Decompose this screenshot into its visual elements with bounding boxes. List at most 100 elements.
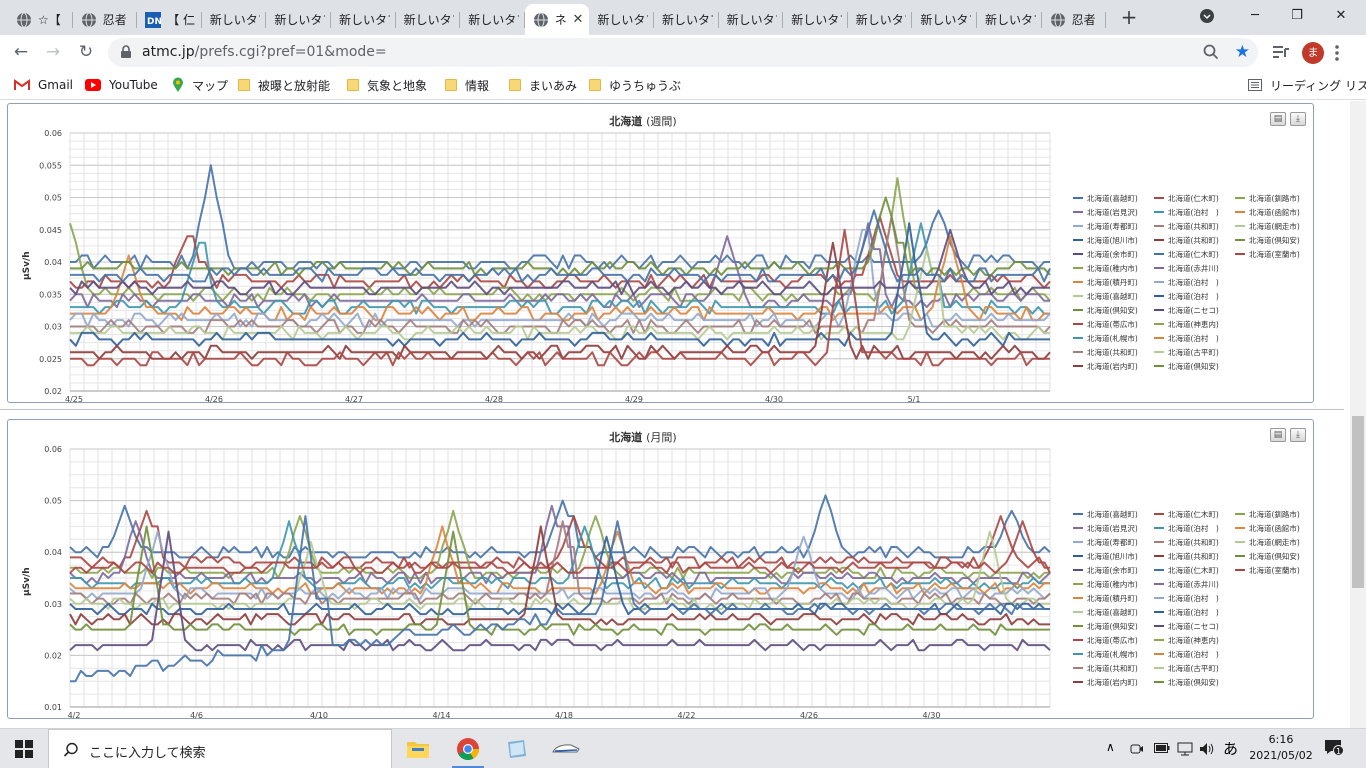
browser-tab[interactable]: 新しいタブ <box>396 4 461 35</box>
bookmark-folder[interactable]: 被曝と放射能 <box>238 76 330 94</box>
scrollbar-thumb[interactable] <box>1352 416 1364 588</box>
browser-tab[interactable]: 忍者 <box>73 4 138 35</box>
back-button[interactable]: ← <box>8 39 34 65</box>
y-tick-label: 0.05 <box>44 497 62 506</box>
start-button[interactable] <box>0 729 48 768</box>
network-icon[interactable] <box>1177 742 1193 756</box>
legend-item: 北海道(喜越町) <box>1087 607 1138 617</box>
legend-item: 北海道(函館市) <box>1249 207 1300 217</box>
browser-tab[interactable]: 新しいタブ <box>331 4 396 35</box>
file-explorer-app[interactable] <box>398 733 438 765</box>
chrome-app[interactable] <box>448 733 488 768</box>
browser-tab[interactable]: 新しいタブ <box>783 4 848 35</box>
legend-item: 北海道(岩見沢) <box>1087 207 1138 217</box>
legend-item: 北海道(泊村 ) <box>1168 523 1219 533</box>
legend-item: 北海道(赤井川) <box>1168 579 1219 589</box>
reload-icon: ↻ <box>78 42 94 62</box>
page-scrollbar[interactable] <box>1350 101 1366 728</box>
gmail-icon <box>14 79 30 90</box>
arrow-right-icon: → <box>45 42 61 62</box>
battery-icon[interactable] <box>1154 742 1170 754</box>
browser-tab[interactable]: 新しいタブ <box>460 4 525 35</box>
y-tick-label: 0.04 <box>44 548 62 557</box>
browser-tab[interactable]: 新しいタブ <box>977 4 1042 35</box>
close-window-button[interactable]: ✕ <box>1326 4 1356 28</box>
x-tick-label: 4/26 <box>800 711 818 720</box>
reading-list-icon <box>1248 79 1262 91</box>
legend-item: 北海道(共和町) <box>1168 221 1219 231</box>
bookmark-label: マップ <box>192 78 229 93</box>
tab-title: 新しいタブ <box>985 13 1036 27</box>
taskbar-clock[interactable]: 6:16 2021/05/02 <box>1248 732 1314 764</box>
x-tick-label: 4/6 <box>190 711 203 720</box>
browser-tab[interactable]: ネ ✕ <box>524 4 590 35</box>
taskbar-search-box[interactable]: ここに入力して検索 <box>48 729 392 768</box>
weekly-chart-panel: 北海道 (週間) ▤ ⤓ μSv/h 0.02 0.025 0.03 0.035 0.0… <box>7 103 1314 404</box>
tab-search-button[interactable] <box>1192 4 1222 28</box>
maximize-button[interactable]: ❐ <box>1282 4 1312 28</box>
browser-tab[interactable]: 新しいタブ <box>654 4 719 35</box>
address-bar[interactable]: atmc.jp/prefs.cgi?pref=01&mode= ★ <box>108 38 1258 67</box>
pinned-app[interactable] <box>546 733 586 765</box>
bookmark-star-icon[interactable]: ★ <box>1235 42 1250 62</box>
folder-icon <box>445 79 457 91</box>
legend-item: 北海道(釧路市) <box>1249 193 1300 203</box>
reload-button[interactable]: ↻ <box>73 39 99 65</box>
reading-list-button[interactable]: リーディング リスト <box>1248 76 1366 94</box>
zoom-icon[interactable] <box>1202 43 1220 61</box>
bookmark-youtube[interactable]: YouTube <box>85 76 158 94</box>
tab-title: ネ <box>554 13 567 27</box>
meet-now-icon[interactable] <box>1130 742 1144 756</box>
monthly-chart-panel: 北海道 (月間) ▤ ⤓ μSv/h 0.01 0.02 0.03 0.04 0.05 0… <box>7 419 1314 720</box>
search-placeholder: ここに入力して検索 <box>89 746 206 761</box>
close-icon[interactable]: ✕ <box>572 12 583 27</box>
bookmark-maps[interactable]: マップ <box>172 76 228 94</box>
browser-tab[interactable]: 新しいタブ <box>266 4 331 35</box>
bookmark-folder[interactable]: ゆうちゅうぶ <box>589 76 681 94</box>
bookmark-folder[interactable]: 情報 <box>445 76 489 94</box>
url-host: atmc.jp <box>142 44 195 60</box>
legend-item: 北海道(札幌市) <box>1087 649 1138 659</box>
bookmark-folder[interactable]: 気象と地象 <box>347 76 427 94</box>
browser-tab[interactable]: 新しいタブ <box>589 4 654 35</box>
bookmark-folder[interactable]: まいあみ <box>509 76 577 94</box>
browser-tab[interactable]: 新しいタブ <box>719 4 784 35</box>
tab-title: 新しいタブ <box>726 13 778 27</box>
notepad-app[interactable] <box>496 733 536 765</box>
bookmark-label: 情報 <box>465 78 490 93</box>
legend-item: 北海道(仁木町) <box>1168 193 1219 203</box>
tray-overflow-icon[interactable]: ∧ <box>1106 740 1115 754</box>
legend-item: 北海道(泊村 ) <box>1168 593 1219 603</box>
browser-tab[interactable]: 新しいタブ <box>912 4 977 35</box>
browser-tab[interactable]: ☆【 <box>8 4 73 35</box>
legend-item: 北海道(室蘭市) <box>1249 565 1300 575</box>
bookmarks-bar: Gmail YouTube マップ 被曝と放射能 気象と地象 情報 まいあみ ゆ… <box>0 70 1366 100</box>
minimize-button[interactable]: ─ <box>1240 4 1270 28</box>
legend-item: 北海道(稚内市) <box>1087 263 1138 273</box>
profile-avatar[interactable]: ま <box>1302 42 1324 64</box>
x-tick-label: 4/28 <box>485 395 503 404</box>
legend-item: 北海道(余市町) <box>1087 249 1138 259</box>
browser-tab[interactable]: DN 【 仁 <box>137 4 202 35</box>
legend-item: 北海道(喜越町) <box>1087 291 1138 301</box>
ime-indicator[interactable]: あ <box>1223 738 1238 759</box>
bookmark-label: まいあみ <box>529 78 578 93</box>
legend-item: 北海道(倶知安) <box>1087 621 1138 631</box>
legend-item: 北海道(旭川市) <box>1087 235 1138 245</box>
chrome-icon <box>457 738 479 760</box>
speaker-icon[interactable] <box>1199 742 1215 756</box>
bookmark-gmail[interactable]: Gmail <box>14 76 73 94</box>
new-tab-button[interactable]: + <box>1118 6 1140 28</box>
browser-tab[interactable]: 忍者 <box>1042 4 1107 35</box>
tab-strip: ☆【忍者DN【 仁新しいタブ新しいタブ新しいタブ新しいタブ新しいタブネ✕新しいタ… <box>0 0 1366 35</box>
legend-item: 北海道(網走市) <box>1249 537 1300 547</box>
legend-item: 北海道(喜越町) <box>1087 193 1138 203</box>
kebab-menu-icon[interactable] <box>1334 44 1340 62</box>
legend-item: 北海道(仁木町) <box>1168 509 1219 519</box>
legend-item: 北海道(釧路市) <box>1249 509 1300 519</box>
reading-queue-icon[interactable] <box>1272 44 1290 60</box>
notification-center-button[interactable]: 1 <box>1324 738 1344 758</box>
browser-tab[interactable]: 新しいタブ <box>848 4 913 35</box>
forward-button[interactable]: → <box>40 39 66 65</box>
browser-tab[interactable]: 新しいタブ <box>202 4 267 35</box>
